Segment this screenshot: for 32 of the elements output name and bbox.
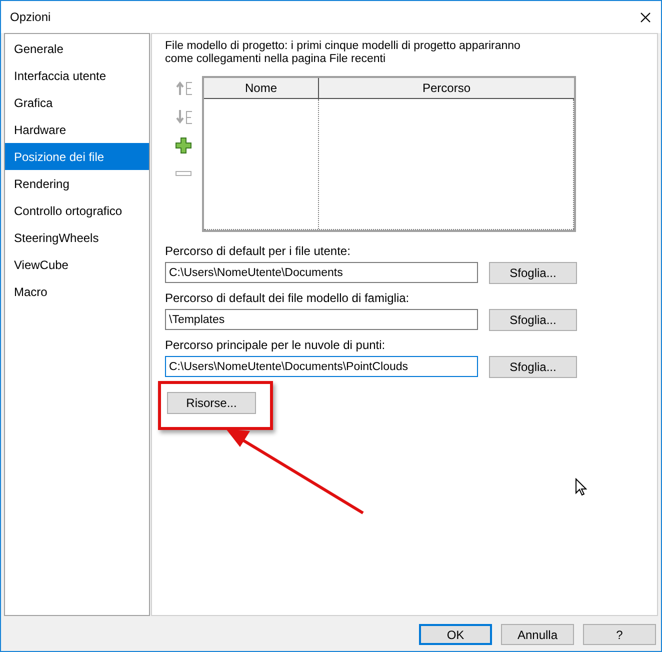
sidebar-item[interactable]: Hardware xyxy=(5,116,149,143)
sidebar-item[interactable]: Macro xyxy=(5,278,149,305)
sidebar-item[interactable]: SteeringWheels xyxy=(5,224,149,251)
ok-button[interactable]: OK xyxy=(419,624,492,645)
close-icon[interactable] xyxy=(640,12,651,22)
column-header[interactable]: Nome xyxy=(204,78,319,98)
move-down-icon[interactable] xyxy=(174,108,192,126)
sidebar-item[interactable]: Posizione dei file xyxy=(5,143,149,170)
field-label: Percorso principale per le nuvole di punti: xyxy=(165,338,386,353)
field-label: Percorso di default dei file modello di famiglia: xyxy=(165,291,410,306)
move-up-icon[interactable] xyxy=(174,79,192,97)
sidebar-item[interactable]: Interfaccia utente xyxy=(5,62,149,89)
mouse-cursor-icon xyxy=(575,478,587,496)
sidebar-item[interactable]: ViewCube xyxy=(5,251,149,278)
path-field[interactable]: C:\Users\NomeUtente\Documents xyxy=(165,262,478,283)
sidebar-item[interactable]: Rendering xyxy=(5,170,149,197)
field-label: Percorso di default per i file utente: xyxy=(165,244,352,259)
add-icon[interactable] xyxy=(175,137,192,154)
help-button[interactable]: ? xyxy=(583,624,656,645)
sidebar-item[interactable]: Generale xyxy=(5,35,149,62)
description-text: File modello di progetto: i primi cinque modelli di progetto appariranno come collegamenti nella pagina File recenti xyxy=(165,40,522,66)
sidebar-item[interactable]: Grafica xyxy=(5,89,149,116)
cancel-button[interactable]: Annulla xyxy=(501,624,574,645)
column-header[interactable]: Percorso xyxy=(319,78,574,98)
window-title: Opzioni xyxy=(10,9,51,26)
browse-button[interactable]: Sfoglia... xyxy=(489,356,577,378)
sidebar-item[interactable]: Controllo ortografico xyxy=(5,197,149,224)
browse-button[interactable]: Sfoglia... xyxy=(489,262,577,284)
browse-button[interactable]: Sfoglia... xyxy=(489,309,577,331)
resources-button[interactable]: Risorse... xyxy=(167,392,256,414)
path-field[interactable]: \Templates xyxy=(165,309,478,330)
path-field[interactable]: C:\Users\NomeUtente\Documents\PointClouds xyxy=(165,356,478,377)
